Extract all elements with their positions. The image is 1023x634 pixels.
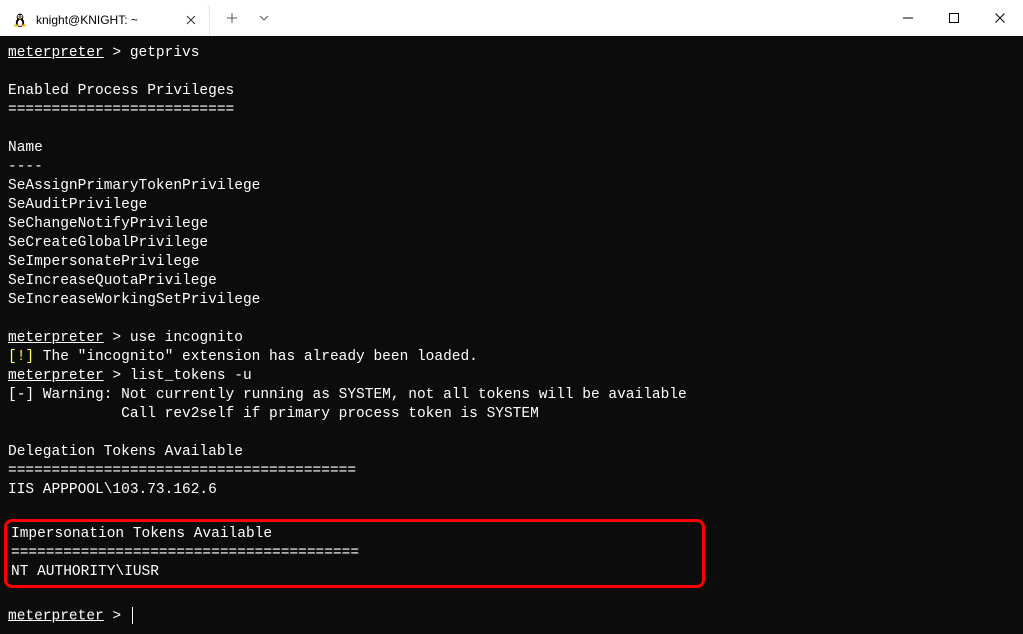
tab-title: knight@KNIGHT: ~ [36,13,175,27]
delegation-header: Delegation Tokens Available [8,444,243,460]
command-getprivs: getprivs [130,45,200,61]
meterpreter-prompt: meterpreter [8,45,104,61]
terminal-output[interactable]: meterpreter > getprivs Enabled Process P… [0,36,1023,634]
prompt-separator: > [104,330,130,346]
impersonation-header: Impersonation Tokens Available [11,526,272,542]
prompt-separator: > [104,368,130,384]
privilege-item: SeAuditPrivilege [8,197,147,213]
tab-dropdown-button[interactable] [250,4,278,32]
privilege-item: SeChangeNotifyPrivilege [8,216,208,232]
titlebar: knight@KNIGHT: ~ [0,0,1023,36]
warning-marker: [!] [8,349,34,365]
privilege-item: SeIncreaseWorkingSetPrivilege [8,292,260,308]
prompt-separator: > [104,45,130,61]
column-name-header: Name [8,140,43,156]
linux-tux-icon [12,12,28,28]
impersonation-token: NT AUTHORITY\IUSR [11,564,159,580]
new-tab-button[interactable] [218,4,246,32]
tab-close-button[interactable] [183,12,199,28]
warning-line: Call rev2self if primary process token i… [8,406,539,422]
extension-loaded-msg: The "incognito" extension has already be… [34,349,478,365]
privilege-item: SeAssignPrimaryTokenPrivilege [8,178,260,194]
privilege-item: SeIncreaseQuotaPrivilege [8,273,217,289]
command-list-tokens: list_tokens -u [130,368,252,384]
privilege-item: SeCreateGlobalPrivilege [8,235,208,251]
privilege-item: SeImpersonatePrivilege [8,254,199,270]
highlight-annotation: Impersonation Tokens Available =========… [4,519,705,588]
privileges-header: Enabled Process Privileges [8,83,234,99]
window-controls [885,0,1023,36]
terminal-tab[interactable]: knight@KNIGHT: ~ [0,4,210,36]
terminal-cursor [132,607,134,624]
minimize-button[interactable] [885,0,931,36]
meterpreter-prompt: meterpreter [8,368,104,384]
close-button[interactable] [977,0,1023,36]
delegation-rule: ======================================== [8,463,356,479]
privileges-rule: ========================== [8,102,234,118]
command-use-incognito: use incognito [130,330,243,346]
delegation-token: IIS APPPOOL\103.73.162.6 [8,482,217,498]
column-name-rule: ---- [8,159,43,175]
maximize-button[interactable] [931,0,977,36]
impersonation-rule: ======================================== [11,545,359,561]
tab-actions [210,4,278,32]
meterpreter-prompt: meterpreter [8,330,104,346]
warning-line: [-] Warning: Not currently running as SY… [8,387,687,403]
